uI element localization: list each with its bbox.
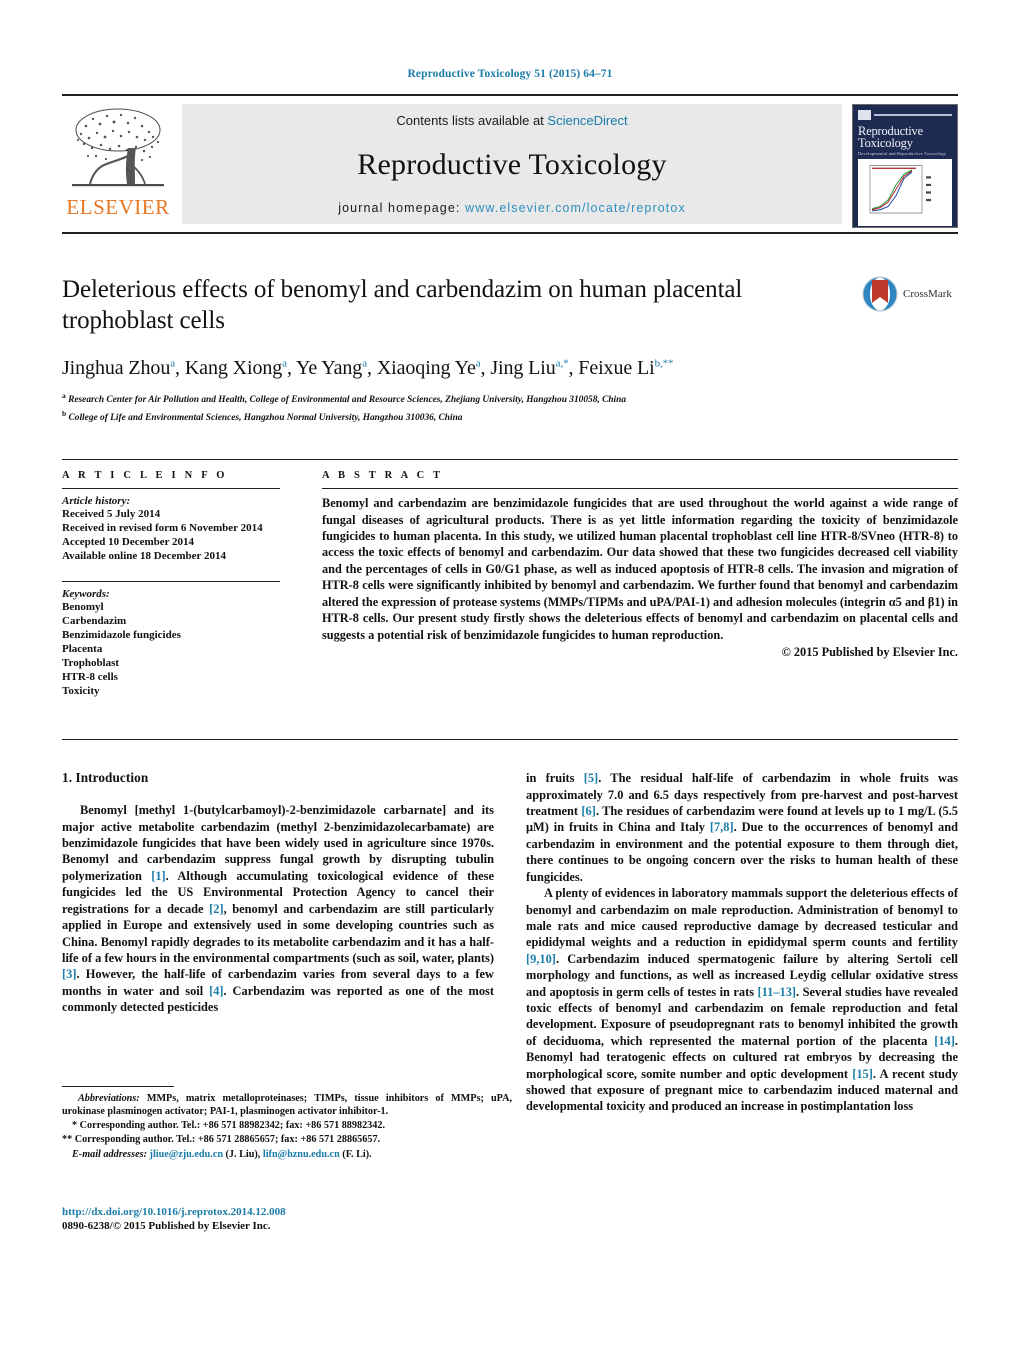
email-owner-2: (F. Li). [342,1149,372,1160]
email-addresses-line: E-mail addresses: jliue@zju.edu.cn (J. L… [62,1148,512,1163]
article-history-list: Received 5 July 2014 Received in revised… [62,507,280,563]
keywords-list: Benomyl Carbendazim Benzimidazole fungic… [62,600,280,698]
email-owner-1: (J. Liu), [225,1149,261,1160]
elsevier-wordmark: ELSEVIER [66,195,170,219]
contents-prefix: Contents lists available at [396,113,548,128]
affiliations: a Research Center for Air Pollution and … [62,389,958,425]
info-abstract-band: A R T I C L E I N F O Article history: R… [62,459,958,741]
corresponding-author-1: * Corresponding author. Tel.: +86 571 88… [72,1119,386,1131]
homepage-label: journal homepage: [338,201,461,215]
author-list: Jinghua Zhoua, Kang Xionga, Ye Yanga, Xi… [62,357,674,379]
section-heading-introduction: 1. Introduction [62,770,149,786]
cover-logo-block [858,110,871,120]
journal-homepage-line: journal homepage: www.elsevier.com/locat… [338,201,686,215]
abstract-rule [322,488,958,490]
keywords-label: Keywords: [62,588,110,601]
body-columns: 1. Introduction Benomyl [methyl 1-(butyl… [62,770,958,1115]
abstract-heading: A B S T R A C T [322,470,444,482]
running-head: Reproductive Toxicology 51 (2015) 64–71 [407,68,613,80]
email-link-1[interactable]: jliue@zju.edu.cn [150,1149,223,1160]
history-item: Received in revised form 6 November 2014 [62,522,263,535]
cover-figure [858,159,952,226]
paragraph: in fruits [5]. The residual half-life of… [526,771,958,884]
history-item: Accepted 10 December 2014 [62,536,195,549]
doi-link[interactable]: http://dx.doi.org/10.1016/j.reprotox.201… [62,1205,286,1219]
footnotes-block: Abbreviations: MMPs, matrix metalloprote… [62,1086,512,1163]
cover-title-line2: Toxicology [858,136,913,150]
cover-topbar [858,110,952,120]
affiliation-a-text: Research Center for Air Pollution and He… [68,395,627,406]
masthead-bottom-rule [62,232,958,234]
cover-topbar-rule [874,114,952,116]
sciencedirect-link[interactable]: ScienceDirect [547,113,627,128]
history-item: Received 5 July 2014 [62,508,161,521]
cover-subtitle: Developmental and Reproductive Toxicolog… [858,151,947,156]
contents-list-line: Contents lists available at ScienceDirec… [396,113,627,128]
email-link-2[interactable]: lifn@hznu.edu.cn [263,1149,340,1160]
abbreviations-label: Abbreviations: [78,1093,140,1104]
affiliation-b-text: College of Life and Environmental Scienc… [68,413,463,424]
abstract-column: A B S T R A C T Benomyl and carbendazim … [310,470,958,725]
body-left-column: 1. Introduction Benomyl [methyl 1-(butyl… [62,770,494,1115]
body-right-column: in fruits [5]. The residual half-life of… [526,770,958,1115]
keyword-item: Carbendazim [62,615,127,628]
article-info-column: A R T I C L E I N F O Article history: R… [62,470,310,725]
keyword-item: Toxicity [62,685,100,698]
title-block: Deleterious effects of benomyl and carbe… [62,274,958,425]
abstract-copyright: © 2015 Published by Elsevier Inc. [781,644,958,659]
keyword-item: Placenta [62,643,103,656]
elsevier-logo: ELSEVIER [62,104,174,218]
footnote-rule [62,1086,174,1087]
masthead-panel: Contents lists available at ScienceDirec… [182,104,842,224]
journal-masthead: ELSEVIER Contents lists available at Sci… [62,94,958,232]
homepage-url-link[interactable]: www.elsevier.com/locate/reprotox [465,201,686,215]
keyword-item: Benzimidazole fungicides [62,629,181,642]
abstract-text: Benomyl and carbendazim are benzimidazol… [322,496,958,642]
crossmark-badge[interactable]: CrossMark [862,276,958,312]
corresponding-author-2: ** Corresponding author. Tel.: +86 571 2… [62,1134,381,1146]
keywords-rule [62,581,280,583]
keywords-block: Keywords: Benomyl Carbendazim Benzimidaz… [62,581,280,698]
history-item: Available online 18 December 2014 [62,550,226,563]
journal-title: Reproductive Toxicology [357,147,667,181]
journal-cover-thumbnail[interactable]: Reproductive Toxicology Developmental an… [852,104,958,228]
abbreviations-note: Abbreviations: MMPs, matrix metalloprote… [62,1092,512,1119]
article-page: Reproductive Toxicology 51 (2015) 64–71 [0,0,1020,1351]
article-info-heading: A R T I C L E I N F O [62,470,228,482]
email-label: E-mail addresses: [72,1149,147,1160]
keyword-item: Benomyl [62,601,104,614]
article-history-label: Article history: [62,495,131,508]
footer-doi-block: http://dx.doi.org/10.1016/j.reprotox.201… [62,1205,286,1233]
keyword-item: HTR-8 cells [62,671,118,684]
crossmark-label: CrossMark [903,288,952,300]
issn-copyright-line: 0890-6238/© 2015 Published by Elsevier I… [62,1220,271,1232]
article-info-rule [62,488,280,490]
elsevier-tree-icon [72,108,164,187]
crossmark-icon [862,276,898,312]
affiliation-a: a Research Center for Air Pollution and … [62,391,627,406]
affiliation-b: b College of Life and Environmental Scie… [62,409,463,424]
page-title: Deleterious effects of benomyl and carbe… [62,276,743,334]
paragraph: Benomyl [methyl 1-(butylcarbamoyl)-2-ben… [62,803,494,1015]
paragraph: A plenty of evidences in laboratory mamm… [526,886,958,1114]
keyword-item: Trophoblast [62,657,120,670]
cover-chart-icon [858,159,952,226]
